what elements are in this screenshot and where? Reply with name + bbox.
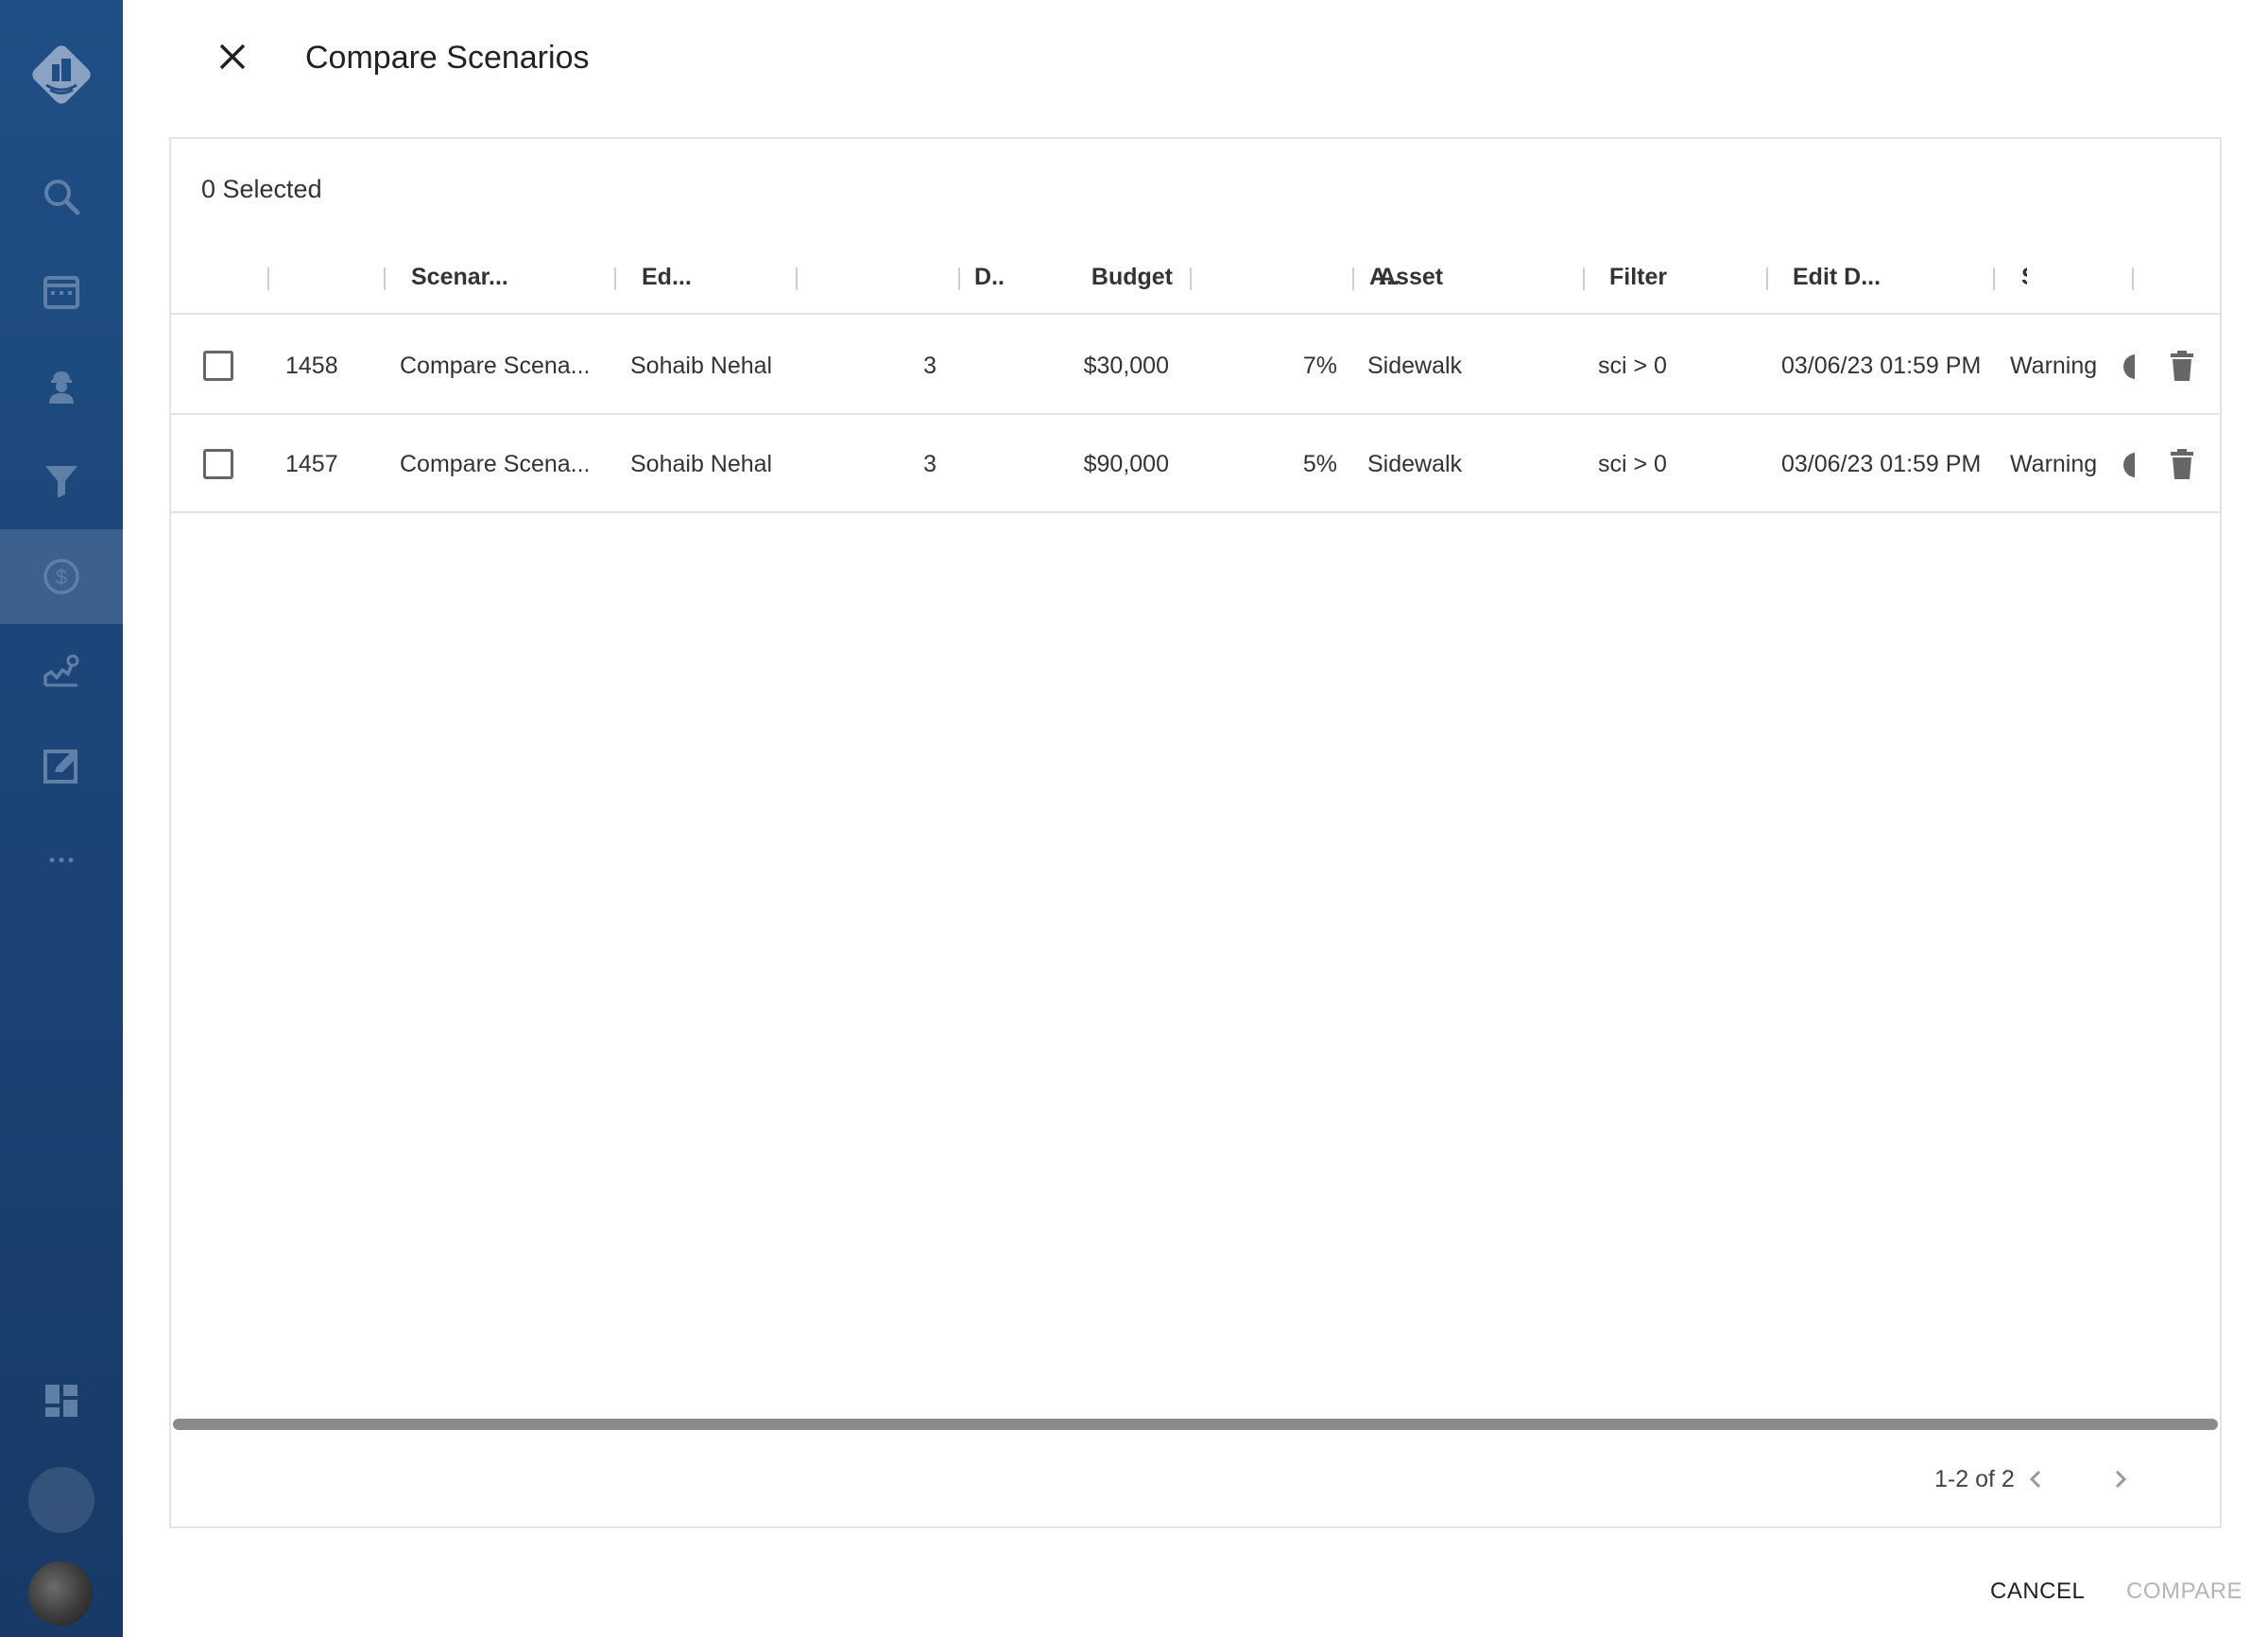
sidebar-item-analytics[interactable] [0,624,123,718]
table-row[interactable]: 1458 Compare Scena... Sohaib Nehal 3 $30… [171,317,2220,415]
filter-icon [45,466,77,498]
sidebar-item-filter[interactable] [0,433,123,527]
cell-asset: Sidewalk [1367,450,1463,477]
scenarios-panel: 0 Selected Scenar... Ed... D.. Budget A.… [169,137,2222,1528]
cell-editor: Sohaib Nehal [630,352,773,379]
sidebar-item-edit[interactable] [0,718,123,813]
pagination-range: 1-2 of 2 [1934,1466,2015,1492]
status-indicator-icon [2123,354,2135,379]
cell-budget: $30,000 [1083,352,1169,379]
cell-scenario: Compare Scena... [400,352,591,379]
cell-scenario: Compare Scena... [400,450,591,477]
placeholder-avatar[interactable] [28,1467,94,1533]
column-header-asset[interactable]: Asset [1379,239,1443,315]
svg-text:$: $ [56,565,67,589]
column-separator[interactable] [1766,267,1768,290]
column-separator[interactable] [1993,267,1995,290]
analytics-icon [43,654,79,687]
cell-filter: sci > 0 [1598,352,1667,379]
column-separator[interactable] [1352,267,1354,290]
cell-status: Warning [2010,352,2098,379]
cell-d: 3 [923,352,936,379]
column-separator[interactable] [1190,267,1192,290]
close-button[interactable] [214,38,251,76]
sidebar: $ [0,0,123,1637]
column-header-filter[interactable]: Filter [1609,239,1667,315]
sidebar-item-search[interactable] [0,149,123,244]
cell-status: Warning [2010,450,2098,477]
cancel-button[interactable]: CANCEL [1990,1578,2085,1605]
cell-filter: sci > 0 [1598,450,1667,477]
column-separator[interactable] [614,267,616,290]
dashboard-icon [45,1385,77,1417]
column-separator[interactable] [958,267,960,290]
user-avatar[interactable] [28,1561,93,1626]
sidebar-item-more[interactable] [0,813,123,907]
cell-id: 1458 [285,352,338,379]
sidebar-item-budget[interactable]: $ [0,529,123,624]
dialog-title: Compare Scenarios [305,40,590,76]
sidebar-item-dashboard[interactable] [0,1353,123,1448]
column-header-edit-date[interactable]: Edit D... [1793,239,1881,315]
column-separator[interactable] [267,267,269,290]
cell-asset: Sidewalk [1367,352,1463,379]
status-indicator-icon [2123,453,2135,477]
sidebar-item-calendar[interactable] [0,244,123,338]
cell-editor: Sohaib Nehal [630,450,773,477]
column-separator[interactable] [796,267,798,290]
sidebar-item-worker[interactable] [0,338,123,433]
cell-d: 3 [923,450,936,477]
calendar-icon [43,276,79,309]
compare-button[interactable]: COMPARE [2126,1578,2242,1605]
column-separator[interactable] [384,267,386,290]
horizontal-scrollbar[interactable] [171,1419,2220,1432]
row-checkbox[interactable] [203,351,233,381]
next-page-button[interactable] [2099,1458,2140,1500]
edit-icon [43,750,77,784]
delete-row-button[interactable] [2165,447,2199,481]
row-checkbox[interactable] [203,449,233,479]
previous-page-button[interactable] [2016,1458,2057,1500]
cell-edit-date: 03/06/23 01:59 PM [1781,450,1982,477]
dollar-icon: $ [43,559,79,594]
cell-a: 5% [1302,450,1337,477]
cell-id: 1457 [285,450,338,477]
selected-count: 0 Selected [201,175,322,203]
column-header-scenario[interactable]: Scenar... [411,239,508,315]
cell-a: 7% [1302,352,1337,379]
delete-row-button[interactable] [2165,349,2199,383]
search-icon [44,180,80,215]
scrollbar-thumb[interactable] [173,1419,2218,1430]
table-row[interactable]: 1457 Compare Scena... Sohaib Nehal 3 $90… [171,415,2220,513]
cell-edit-date: 03/06/23 01:59 PM [1781,352,1982,379]
app-logo-icon[interactable] [23,36,100,113]
column-header-editor[interactable]: Ed... [642,239,692,315]
column-separator[interactable] [2132,267,2134,290]
column-header-budget[interactable]: Budget [1078,239,1173,315]
column-header-d[interactable]: D.. [899,239,1005,315]
column-header-status[interactable]: S [2021,239,2027,315]
more-icon [49,857,74,863]
close-icon [219,43,246,70]
trash-icon [2171,351,2193,381]
cell-budget: $90,000 [1083,450,1169,477]
worker-icon [49,371,74,404]
trash-icon [2171,449,2193,479]
chevron-left-icon [2029,1470,2041,1489]
column-separator[interactable] [1583,267,1585,290]
table-header: Scenar... Ed... D.. Budget A.. Asset Fil… [171,239,2220,315]
chevron-right-icon [2115,1470,2127,1489]
